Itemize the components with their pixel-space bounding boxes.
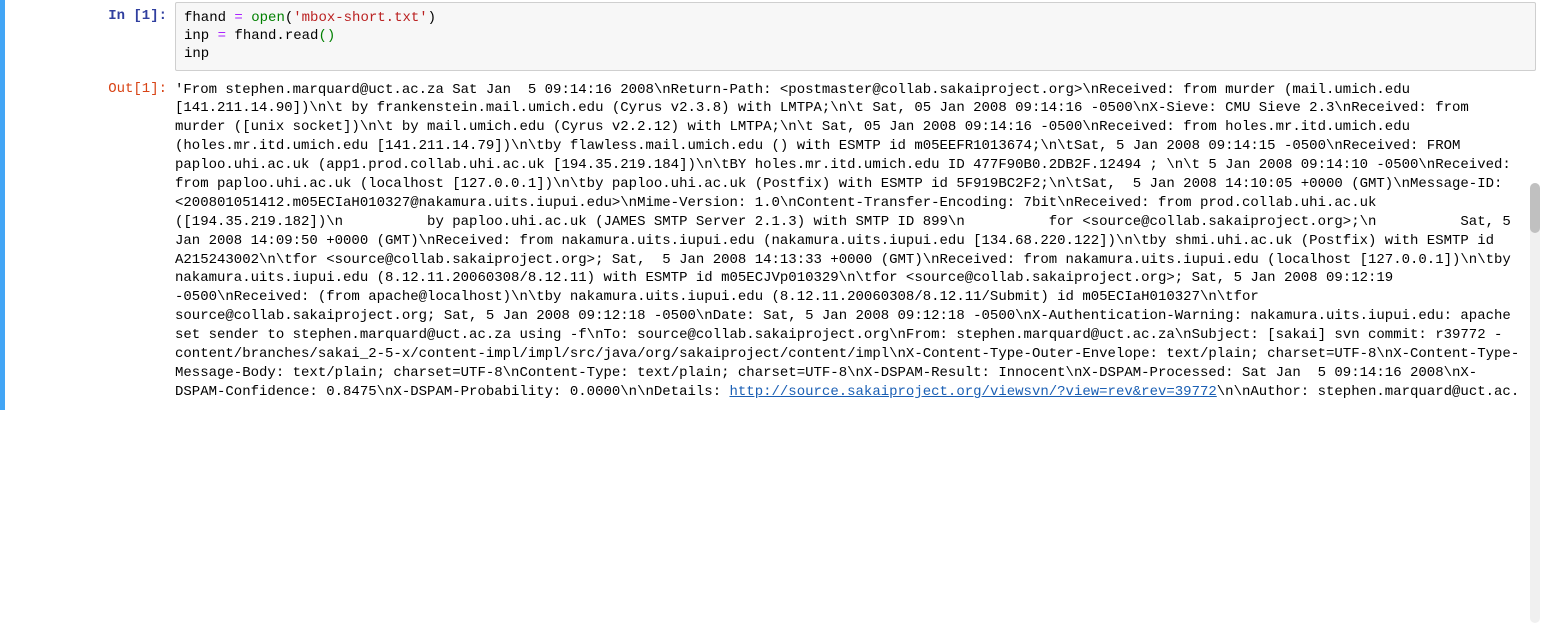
code-cell: In [1]: fhand = open('mbox-short.txt') i… bbox=[5, 0, 1542, 73]
output-scrollbar[interactable] bbox=[1530, 183, 1540, 623]
output-link[interactable]: http://source.sakaiproject.org/viewsvn/?… bbox=[730, 384, 1217, 400]
code-line-2: inp = fhand.read() bbox=[184, 27, 1527, 45]
input-prompt: In [1]: bbox=[5, 2, 175, 25]
output-cell: Out[1]: 'From stephen.marquard@uct.ac.za… bbox=[5, 73, 1542, 410]
output-text-after: \n\nAuthor: stephen.marquard@uct.ac. bbox=[1217, 384, 1519, 400]
output-prompt: Out[1]: bbox=[5, 75, 175, 98]
code-line-1: fhand = open('mbox-short.txt') bbox=[184, 9, 1527, 27]
scrollbar-thumb[interactable] bbox=[1530, 183, 1540, 233]
output-text-area[interactable]: 'From stephen.marquard@uct.ac.za Sat Jan… bbox=[175, 75, 1530, 408]
notebook-container: In [1]: fhand = open('mbox-short.txt') i… bbox=[0, 0, 1542, 410]
code-line-3: inp bbox=[184, 45, 1527, 63]
output-text-before: 'From stephen.marquard@uct.ac.za Sat Jan… bbox=[175, 82, 1519, 400]
code-input-area[interactable]: fhand = open('mbox-short.txt') inp = fha… bbox=[175, 2, 1536, 71]
scrollbar-track[interactable] bbox=[1530, 183, 1540, 623]
